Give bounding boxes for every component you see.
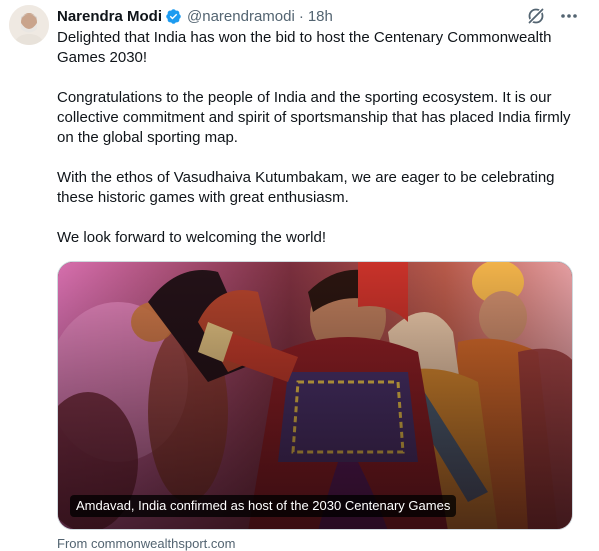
verified-badge-icon[interactable] xyxy=(165,8,182,25)
author-name[interactable]: Narendra Modi xyxy=(57,8,162,25)
card-source-link[interactable]: From commonwealthsport.com xyxy=(57,536,235,551)
more-options-icon[interactable] xyxy=(558,6,580,26)
header-separator: · xyxy=(298,7,304,25)
dancers-photo xyxy=(58,262,572,529)
tweet-paragraph-2: Congratulations to the people of India a… xyxy=(57,89,571,146)
author-handle[interactable]: @narendramodi xyxy=(187,8,295,25)
tweet-header: Narendra Modi @narendramodi · 18h xyxy=(57,6,333,26)
author-avatar[interactable] xyxy=(9,5,49,45)
tweet-paragraph-4: We look forward to welcoming the world! xyxy=(57,229,327,246)
card-title: Amdavad, India confirmed as host of the … xyxy=(70,495,457,517)
tweet-text: Delighted that India has won the bid to … xyxy=(57,28,587,248)
tweet-paragraph-3: With the ethos of Vasudhaiva Kutumbakam,… xyxy=(57,169,555,206)
tweet-timestamp[interactable]: 18h xyxy=(308,8,333,25)
grok-icon[interactable] xyxy=(526,6,546,26)
link-card-image[interactable]: Amdavad, India confirmed as host of the … xyxy=(57,261,573,530)
tweet-paragraph-1: Delighted that India has won the bid to … xyxy=(57,29,552,66)
